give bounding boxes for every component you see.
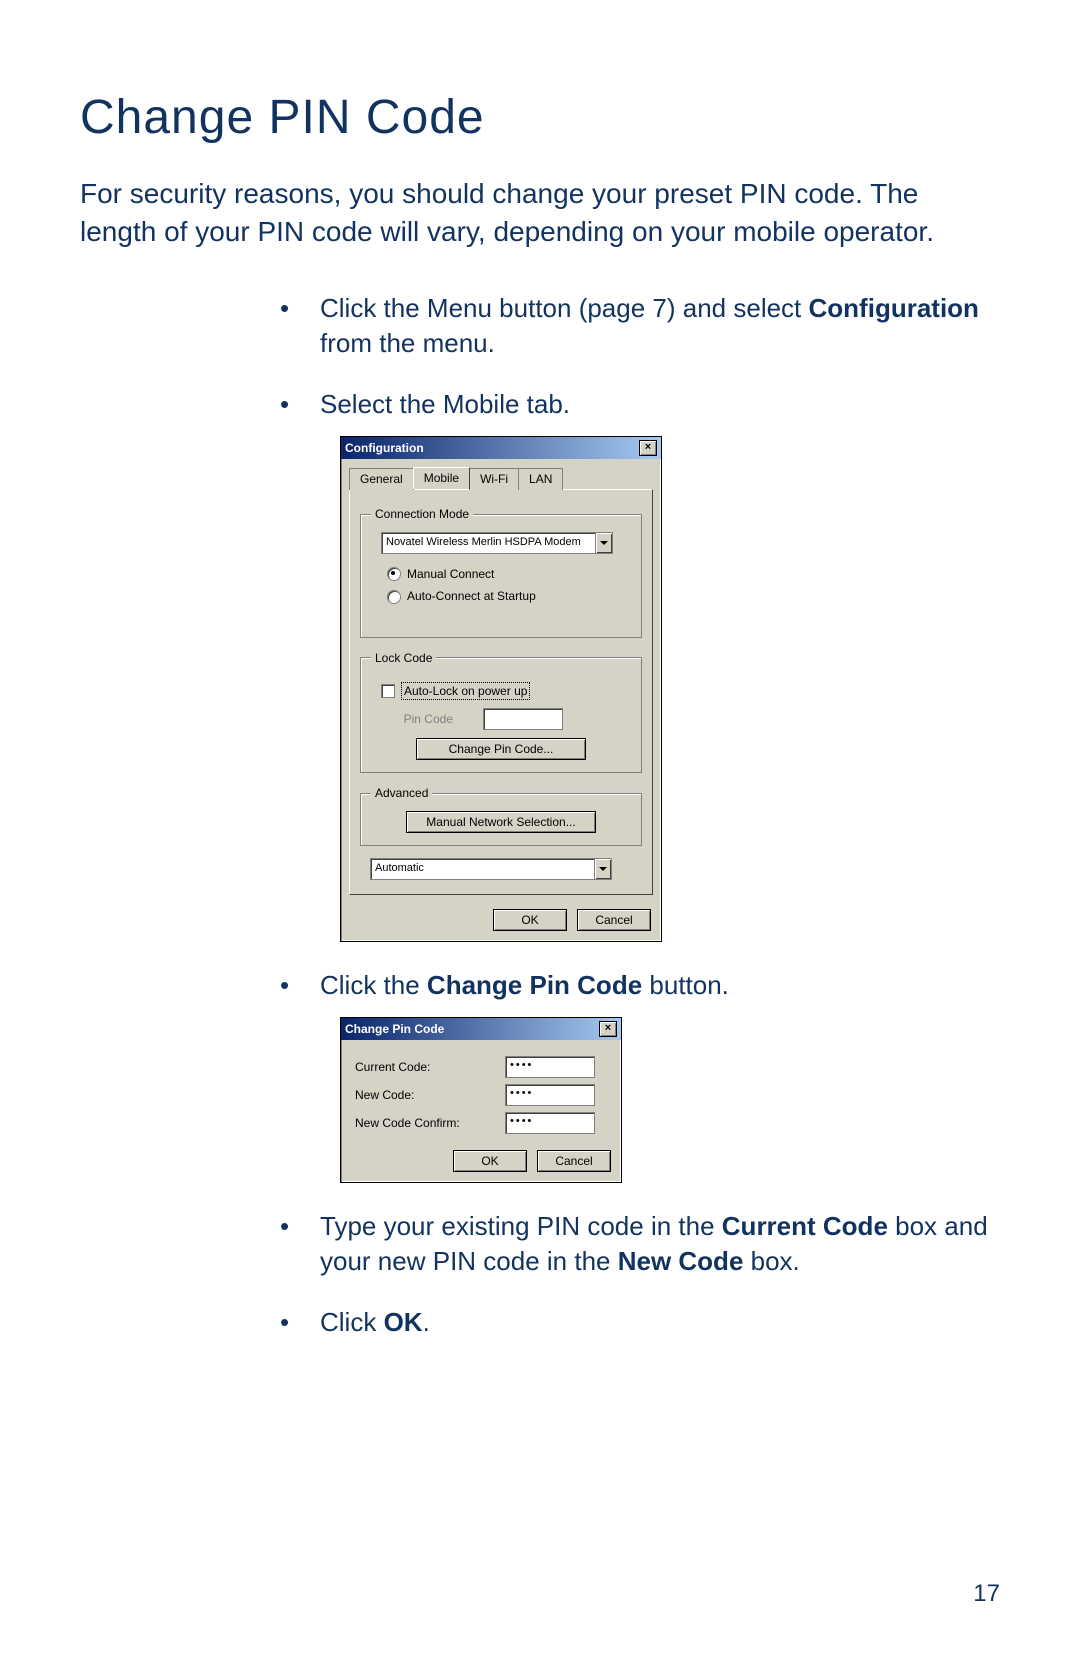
step-1-bold: Configuration xyxy=(809,293,979,323)
radio-icon xyxy=(387,590,401,604)
step-5: Click OK. xyxy=(280,1305,1000,1340)
modem-dropdown[interactable]: Novatel Wireless Merlin HSDPA Modem xyxy=(381,532,613,554)
pin-code-label: Pin Code xyxy=(381,711,453,727)
checkbox-icon xyxy=(381,684,395,698)
chevron-down-icon[interactable] xyxy=(594,859,611,879)
configuration-dialog: Configuration × General Mobile Wi-Fi LAN… xyxy=(340,436,662,942)
chevron-down-icon[interactable] xyxy=(595,533,612,553)
ok-button[interactable]: OK xyxy=(453,1150,527,1172)
new-code-label: New Code: xyxy=(355,1087,505,1103)
step-1-text-a: Click the Menu button (page 7) and selec… xyxy=(320,293,809,323)
step-5-text-c: . xyxy=(423,1307,430,1337)
config-buttons: OK Cancel xyxy=(341,903,661,941)
current-code-input[interactable]: •••• xyxy=(505,1056,595,1078)
page-title: Change PIN Code xyxy=(80,90,1000,145)
network-mode-value: Automatic xyxy=(371,859,594,879)
tab-panel-mobile: Connection Mode Novatel Wireless Merlin … xyxy=(349,489,653,895)
step-4-bold-2: New Code xyxy=(618,1246,744,1276)
step-3: Click the Change Pin Code button. Change… xyxy=(280,968,1000,1183)
step-5-text-a: Click xyxy=(320,1307,384,1337)
cpin-body: Current Code: •••• New Code: •••• New Co… xyxy=(341,1040,621,1144)
group-lock-code: Lock Code Auto-Lock on power up Pin Code… xyxy=(360,650,642,773)
step-1: Click the Menu button (page 7) and selec… xyxy=(280,291,1000,361)
cancel-button[interactable]: Cancel xyxy=(537,1150,611,1172)
confirm-code-label: New Code Confirm: xyxy=(355,1115,505,1131)
new-code-input[interactable]: •••• xyxy=(505,1084,595,1106)
close-icon[interactable]: × xyxy=(599,1021,617,1037)
step-1-text-c: from the menu. xyxy=(320,328,495,358)
step-4-text-a: Type your existing PIN code in the xyxy=(320,1211,722,1241)
confirm-code-row: New Code Confirm: •••• xyxy=(355,1112,607,1134)
step-3-text-c: button. xyxy=(642,970,729,1000)
current-code-label: Current Code: xyxy=(355,1059,505,1075)
checkbox-auto-lock[interactable]: Auto-Lock on power up xyxy=(381,682,631,700)
group-advanced: Advanced Manual Network Selection... xyxy=(360,785,642,846)
step-2-text: Select the Mobile tab. xyxy=(320,389,570,419)
group-connection-mode-label: Connection Mode xyxy=(371,506,473,522)
radio-manual-label: Manual Connect xyxy=(407,566,494,582)
radio-auto-connect[interactable]: Auto-Connect at Startup xyxy=(387,588,631,604)
cpin-titlebar: Change Pin Code × xyxy=(341,1018,621,1040)
step-list: Click the Menu button (page 7) and selec… xyxy=(80,291,1000,1341)
config-title: Configuration xyxy=(345,437,424,459)
cpin-buttons: OK Cancel xyxy=(341,1144,621,1182)
page-number: 17 xyxy=(973,1580,1000,1608)
radio-icon xyxy=(387,567,401,581)
step-3-bold: Change Pin Code xyxy=(427,970,642,1000)
config-titlebar: Configuration × xyxy=(341,437,661,459)
manual-network-button[interactable]: Manual Network Selection... xyxy=(406,811,596,833)
cpin-title: Change Pin Code xyxy=(345,1018,444,1040)
change-pin-code-button[interactable]: Change Pin Code... xyxy=(416,738,586,760)
pin-code-input[interactable] xyxy=(483,708,563,730)
radio-manual-connect[interactable]: Manual Connect xyxy=(387,566,631,582)
step-4: Type your existing PIN code in the Curre… xyxy=(280,1209,1000,1279)
radio-auto-label: Auto-Connect at Startup xyxy=(407,588,536,604)
current-code-row: Current Code: •••• xyxy=(355,1056,607,1078)
group-lock-code-label: Lock Code xyxy=(371,650,436,666)
tab-general[interactable]: General xyxy=(349,468,414,490)
cancel-button[interactable]: Cancel xyxy=(577,909,651,931)
ok-button[interactable]: OK xyxy=(493,909,567,931)
checkbox-auto-lock-label: Auto-Lock on power up xyxy=(401,682,530,700)
tab-mobile[interactable]: Mobile xyxy=(413,467,470,489)
network-mode-dropdown[interactable]: Automatic xyxy=(370,858,612,880)
group-connection-mode: Connection Mode Novatel Wireless Merlin … xyxy=(360,506,642,638)
intro-text: For security reasons, you should change … xyxy=(80,175,1000,251)
tab-wifi[interactable]: Wi-Fi xyxy=(469,468,519,490)
step-2: Select the Mobile tab. Configuration × G… xyxy=(280,387,1000,942)
tab-lan[interactable]: LAN xyxy=(518,468,563,490)
change-pin-dialog: Change Pin Code × Current Code: •••• New… xyxy=(340,1017,622,1183)
modem-value: Novatel Wireless Merlin HSDPA Modem xyxy=(382,533,595,553)
step-3-text-a: Click the xyxy=(320,970,427,1000)
confirm-code-input[interactable]: •••• xyxy=(505,1112,595,1134)
step-4-bold-1: Current Code xyxy=(722,1211,888,1241)
close-icon[interactable]: × xyxy=(639,440,657,456)
step-4-text-e: box. xyxy=(743,1246,799,1276)
tab-strip: General Mobile Wi-Fi LAN xyxy=(341,459,661,489)
new-code-row: New Code: •••• xyxy=(355,1084,607,1106)
step-5-bold: OK xyxy=(384,1307,423,1337)
pin-code-row: Pin Code xyxy=(381,708,631,730)
group-advanced-label: Advanced xyxy=(371,785,432,801)
